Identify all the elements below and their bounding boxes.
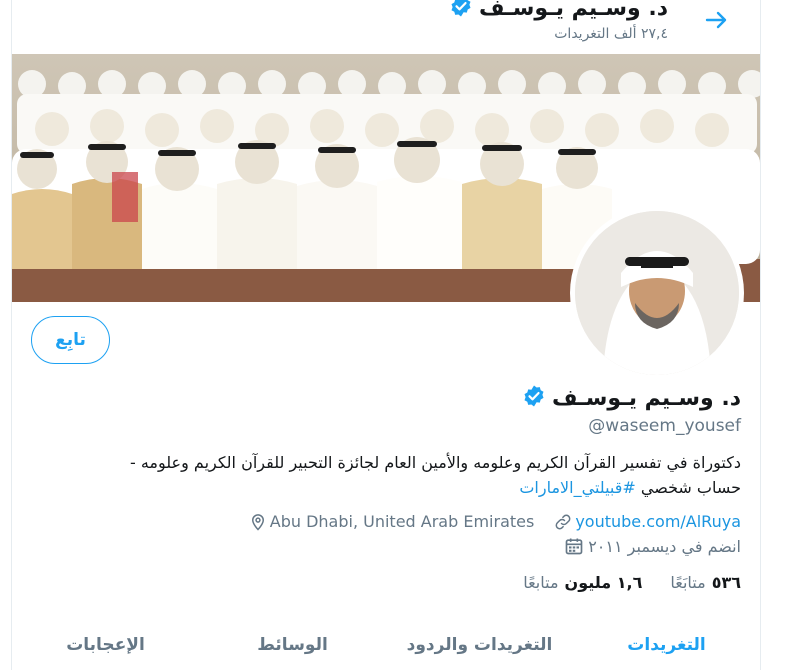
- following-label: متابَعًا: [670, 573, 706, 592]
- back-button[interactable]: [697, 6, 737, 34]
- website-link[interactable]: youtube.com/AlRuya: [575, 512, 741, 531]
- tab-media[interactable]: الوسائط: [199, 620, 386, 670]
- profile-stats: ٥٣٦ متابَعًا ١,٦ مليون متابعًا: [41, 573, 741, 592]
- profile-bio: دكتوراة في تفسير القرآن الكريم وعلومه وا…: [41, 450, 741, 500]
- verified-badge-icon: [449, 0, 473, 22]
- profile-location: Abu Dhabi, United Arab Emirates: [249, 512, 535, 531]
- profile-name-row: د. وسـيم يـوسـف: [41, 384, 741, 412]
- profile-name: د. وسـيم يـوسـف: [552, 385, 741, 411]
- followers-label: متابعًا: [523, 573, 559, 592]
- tab-tweets[interactable]: التغريدات: [573, 620, 760, 670]
- followers-count: ١,٦ مليون: [564, 573, 643, 592]
- profile-avatar[interactable]: [570, 206, 744, 380]
- following-count: ٥٣٦: [711, 573, 741, 592]
- arrow-right-icon: [705, 11, 727, 29]
- joined-text: انضم في ديسمبر ٢٠١١: [588, 536, 741, 556]
- profile-website[interactable]: youtube.com/AlRuya: [554, 512, 741, 531]
- avatar-image: [575, 211, 739, 375]
- column-border-right: [760, 0, 761, 670]
- link-icon: [555, 514, 571, 529]
- verified-badge-icon: [522, 384, 546, 412]
- location-text: Abu Dhabi, United Arab Emirates: [269, 512, 535, 531]
- bio-line-2: حساب شخصي #قبيلتي_الامارات: [41, 475, 741, 500]
- bio-line-2-text: حساب شخصي: [635, 478, 741, 497]
- profile-tabs: التغريدات التغريدات والردود الوسائط الإع…: [12, 620, 760, 670]
- profile-joined: انضم في ديسمبر ٢٠١١: [564, 536, 741, 556]
- header-name-row: د. وسـيم يـوسـف: [449, 0, 668, 22]
- bio-line-1: دكتوراة في تفسير القرآن الكريم وعلومه وا…: [129, 453, 741, 472]
- following-stat[interactable]: ٥٣٦ متابَعًا: [670, 573, 741, 592]
- location-pin-icon: [251, 513, 264, 531]
- follow-button[interactable]: تابِع: [31, 316, 110, 364]
- calendar-icon: [565, 538, 583, 555]
- followers-stat[interactable]: ١,٦ مليون متابعًا: [523, 573, 642, 592]
- profile-meta-row: youtube.com/AlRuya Abu Dhabi, United Ara…: [41, 512, 741, 531]
- profile-header: د. وسـيم يـوسـف ٢٧,٤ ألف التغريدات: [12, 0, 760, 54]
- tab-tweets-and-replies[interactable]: التغريدات والردود: [386, 620, 573, 670]
- header-tweet-count: ٢٧,٤ ألف التغريدات: [554, 26, 668, 42]
- bio-hashtag-link[interactable]: #قبيلتي_الامارات: [519, 478, 635, 497]
- header-name: د. وسـيم يـوسـف: [479, 0, 668, 21]
- profile-joined-row: انضم في ديسمبر ٢٠١١: [41, 536, 741, 556]
- profile-handle: @waseem_yousef: [588, 416, 741, 436]
- tab-likes[interactable]: الإعجابات: [12, 620, 199, 670]
